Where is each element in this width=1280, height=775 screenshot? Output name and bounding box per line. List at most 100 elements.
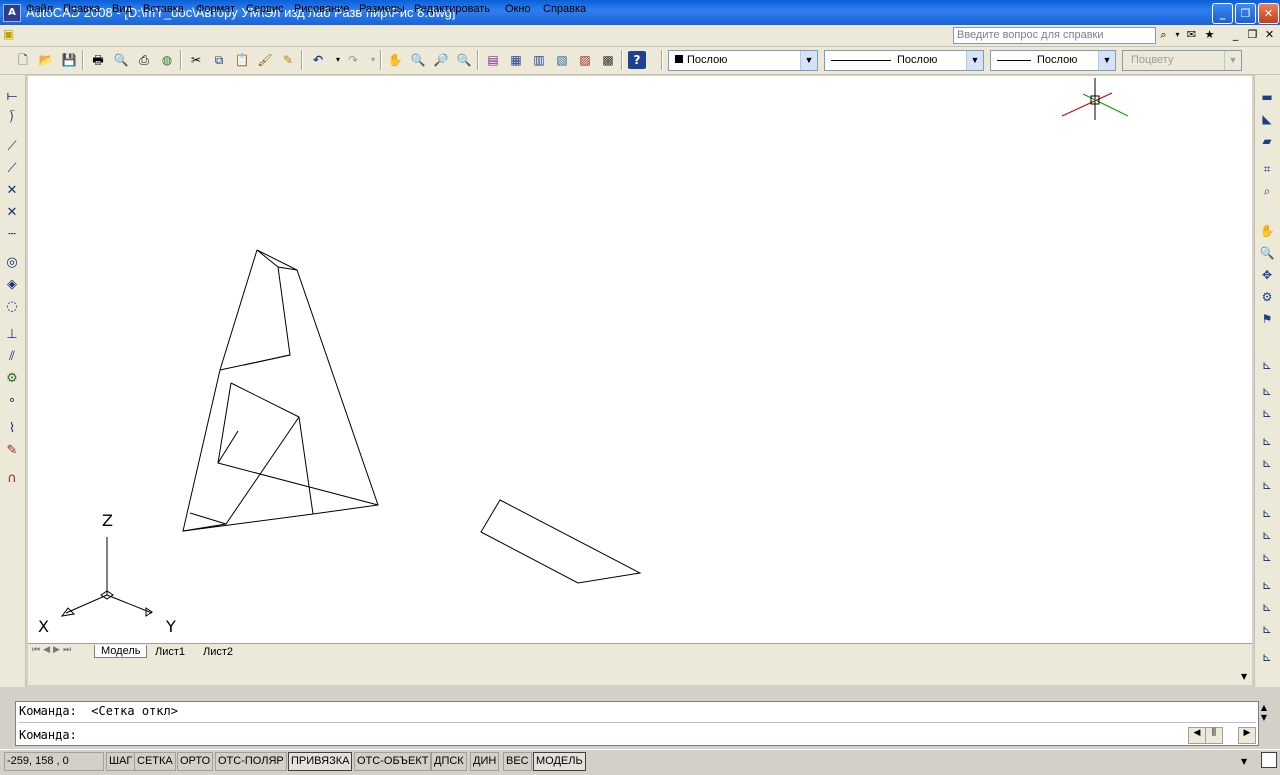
dyn-toggle[interactable]: ДИН (470, 752, 500, 771)
open-file-icon[interactable]: 📂 (37, 51, 55, 69)
chevron-down-icon[interactable]: ▼ (800, 51, 817, 70)
ucs-view-icon[interactable]: ⊾ (1258, 476, 1276, 494)
menu-file[interactable]: Файл (26, 3, 53, 15)
new-file-icon[interactable]: 🗋 (14, 51, 32, 69)
match-properties-icon[interactable]: 🖌 (256, 51, 274, 69)
zoom-previous-icon[interactable]: 🔍 (455, 51, 473, 69)
ducs-toggle[interactable]: ДПСК (431, 752, 467, 771)
construction-line-icon[interactable]: ⟌ (3, 110, 21, 128)
model-space-toggle[interactable]: МОДЕЛЬ (533, 752, 586, 771)
autocad-icon[interactable]: A (3, 4, 21, 22)
pan-realtime-icon[interactable]: ✋ (386, 51, 404, 69)
doc-close-button[interactable]: ✕ (1262, 27, 1277, 42)
drawing-canvas[interactable]: Z X Y (28, 76, 1252, 643)
dim-linear-icon[interactable]: ▬ (1258, 88, 1276, 106)
command-scroll-arrows[interactable]: ▲ ▼ (1258, 703, 1270, 723)
menu-view[interactable]: Вид (112, 3, 132, 15)
menu-dimension[interactable]: Размеры (359, 3, 405, 15)
ucs-origin-icon[interactable]: ⊾ (1258, 504, 1276, 522)
tab-model[interactable]: Модель (94, 645, 148, 658)
ucs-z-icon[interactable]: ⊾ (1258, 620, 1276, 638)
properties-icon[interactable]: ▤ (484, 51, 502, 69)
ucs-3point-icon[interactable]: ⊾ (1258, 548, 1276, 566)
plot-preview-icon[interactable]: 🔍 (112, 51, 130, 69)
line-icon[interactable]: ⟝ (3, 88, 21, 106)
ucs-previous-icon[interactable]: ⊾ (1258, 404, 1276, 422)
multiline-text-icon[interactable]: ∩ (3, 470, 21, 488)
cut-icon[interactable]: ✂ (187, 51, 205, 69)
sheet-set-manager-icon[interactable]: ▧ (553, 51, 571, 69)
ucs-object-icon[interactable]: ⊾ (1258, 454, 1276, 472)
ucs-apply-icon[interactable]: ⊾ (1258, 648, 1276, 666)
menu-help[interactable]: Справка (543, 3, 586, 15)
camera-icon[interactable]: ⚙ (1258, 288, 1276, 306)
menu-window[interactable]: Окно (505, 3, 531, 15)
pan-icon[interactable]: ✋ (1258, 222, 1276, 240)
clean-screen-icon[interactable] (1261, 752, 1277, 768)
tab-navigation-arrows[interactable]: ⏮◀▶⏭ (32, 645, 74, 655)
ucs-icon[interactable]: ⊾ (1258, 356, 1276, 374)
scroll-left-button[interactable]: ◀ (1188, 727, 1206, 744)
help-icon[interactable]: ? (628, 51, 646, 69)
color-select[interactable]: Послою ▼ (668, 50, 818, 71)
circle-icon[interactable]: ◎ (3, 254, 21, 272)
search-icon[interactable]: ⌕ (1156, 27, 1171, 42)
scroll-thumb[interactable]: ⫼ (1205, 727, 1223, 744)
publish-icon[interactable]: ⎙ (135, 51, 153, 69)
doc-minimize-button[interactable]: _ (1228, 27, 1243, 42)
polar-toggle[interactable]: ОТС-ПОЛЯР (215, 752, 287, 771)
ucs-face-icon[interactable]: ⊾ (1258, 432, 1276, 450)
ucs-y-icon[interactable]: ⊾ (1258, 598, 1276, 616)
chevron-down-icon[interactable]: ▾ (1170, 27, 1185, 42)
menu-format[interactable]: Формат (196, 3, 235, 15)
polygon-icon[interactable]: ⟋ (3, 160, 21, 178)
tab-layout2[interactable]: Лист2 (203, 646, 233, 658)
minimize-button[interactable]: _ (1212, 3, 1233, 24)
orbit-icon[interactable]: ✥ (1258, 266, 1276, 284)
dim-aligned-icon[interactable]: ◣ (1258, 110, 1276, 128)
lwt-toggle[interactable]: ВЕС (503, 752, 532, 771)
restore-button[interactable]: ❐ (1235, 3, 1256, 24)
dim-radius-icon[interactable]: ⌕ (1258, 182, 1276, 200)
ortho-toggle[interactable]: ОРТО (177, 752, 214, 771)
zoom-icon[interactable]: 🔍 (1258, 244, 1276, 262)
spline-icon[interactable]: ┄ (3, 226, 21, 244)
revision-cloud-icon[interactable]: ◌ (3, 298, 21, 316)
zoom-realtime-icon[interactable]: 🔍 (409, 51, 427, 69)
scroll-right-button[interactable]: ▶ (1238, 727, 1256, 744)
ellipse-icon[interactable]: ◈ (3, 276, 21, 294)
close-button[interactable]: ✕ (1258, 3, 1279, 24)
communication-center-icon[interactable]: ✉ (1184, 27, 1199, 42)
tab-layout1[interactable]: Лист1 (155, 646, 185, 658)
chevron-down-icon[interactable]: ▼ (1098, 51, 1115, 70)
quickcalc-icon[interactable]: ▩ (599, 51, 617, 69)
chevron-down-icon[interactable]: ▼ (1241, 672, 1247, 681)
lineweight-select[interactable]: Послою ▼ (990, 50, 1116, 71)
walk-icon[interactable]: ⚑ (1258, 310, 1276, 328)
menu-insert[interactable]: Вставка (143, 3, 184, 15)
insert-block-icon[interactable]: ⊥ (3, 326, 21, 344)
doc-restore-button[interactable]: ❐ (1245, 27, 1260, 42)
gradient-icon[interactable]: ⌇ (3, 420, 21, 438)
ucs-x-icon[interactable]: ⊾ (1258, 576, 1276, 594)
undo-icon[interactable]: ↶ (309, 51, 327, 69)
dim-arc-icon[interactable]: ▰ (1258, 132, 1276, 150)
favorites-icon[interactable]: ★ (1202, 27, 1217, 42)
horizontal-scrollbar[interactable] (28, 661, 1252, 685)
paste-icon[interactable]: 📋 (233, 51, 251, 69)
copy-icon[interactable]: ⧉ (210, 51, 228, 69)
block-editor-icon[interactable]: ✎ (279, 51, 297, 69)
menu-tools[interactable]: Сервис (246, 3, 284, 15)
dim-ordinate-icon[interactable]: ⌗ (1258, 160, 1276, 178)
markup-set-manager-icon[interactable]: ▨ (576, 51, 594, 69)
tool-palettes-icon[interactable]: ▥ (530, 51, 548, 69)
coordinates-readout[interactable]: -259, 158 , 0 (4, 752, 104, 771)
osnap-toggle[interactable]: ПРИВЯЗКА (288, 752, 353, 771)
make-block-icon[interactable]: ⚙ (3, 370, 21, 388)
help-search-input[interactable]: Введите вопрос для справки (953, 27, 1156, 44)
redo-icon[interactable]: ↷ (344, 51, 362, 69)
point-icon[interactable]: ∘ (3, 392, 21, 410)
menu-draw[interactable]: Рисование (294, 3, 349, 15)
rectangle-icon[interactable]: ✕ (3, 182, 21, 200)
design-center-icon[interactable]: ▦ (507, 51, 525, 69)
